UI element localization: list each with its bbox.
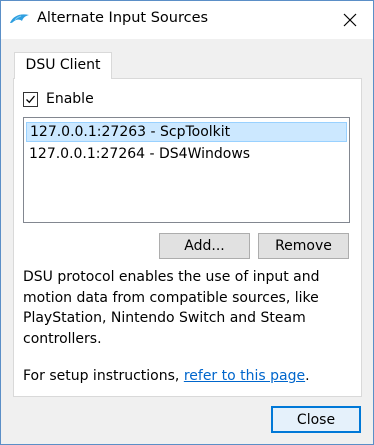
dialog-window: Alternate Input Sources DSU Client Enabl… (0, 0, 374, 445)
setup-link[interactable]: refer to this page (184, 368, 305, 384)
checkmark-icon (26, 95, 36, 104)
enable-checkbox[interactable] (23, 92, 38, 107)
window-title: Alternate Input Sources (37, 10, 209, 26)
title-bar[interactable]: Alternate Input Sources (1, 1, 373, 39)
window-close-button[interactable] (327, 1, 373, 39)
remove-button[interactable]: Remove (258, 233, 349, 259)
enable-label: Enable (46, 91, 94, 107)
setup-prefix: For setup instructions, (23, 368, 184, 384)
server-list-item[interactable]: 127.0.0.1:27263 - ScpToolkit (26, 122, 347, 142)
server-list[interactable]: 127.0.0.1:27263 - ScpToolkit 127.0.0.1:2… (23, 117, 350, 223)
add-button[interactable]: Add... (159, 233, 250, 259)
dolphin-icon (9, 11, 31, 29)
tab-dsu-client[interactable]: DSU Client (14, 52, 112, 79)
server-list-item[interactable]: 127.0.0.1:27264 - DS4Windows (26, 144, 347, 164)
close-icon (343, 13, 357, 27)
setup-instructions: For setup instructions, refer to this pa… (23, 368, 310, 384)
close-button[interactable]: Close (271, 406, 361, 433)
setup-suffix: . (305, 368, 310, 384)
description-text: DSU protocol enables the use of input an… (23, 269, 320, 347)
